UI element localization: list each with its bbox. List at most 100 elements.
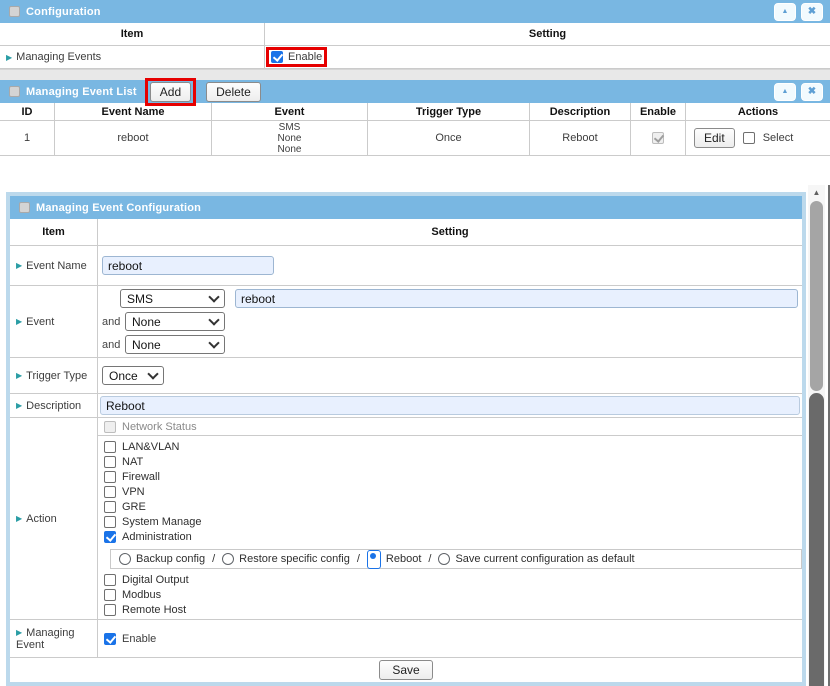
event-cell: SMS None None <box>212 121 368 155</box>
nat-checkbox[interactable] <box>104 456 116 468</box>
column-header-actions: Actions <box>686 103 830 120</box>
configuration-title: Configuration <box>26 6 101 18</box>
gre-checkbox[interactable] <box>104 501 116 513</box>
remote-host-label: Remote Host <box>122 604 186 616</box>
panel-square-icon <box>19 202 30 213</box>
edit-button[interactable]: Edit <box>694 128 735 148</box>
chevron-down-icon <box>208 314 219 325</box>
scrollbar-up-icon[interactable]: ▲ <box>808 185 825 199</box>
event-name-label: Event Name <box>26 260 87 272</box>
save-row: Save <box>10 658 802 682</box>
delete-button[interactable]: Delete <box>206 82 261 102</box>
close-panel-button[interactable]: ✖ <box>801 3 823 21</box>
vpn-label: VPN <box>122 486 145 498</box>
trigger-type-row: ▶Trigger Type Once <box>10 358 802 394</box>
collapse-panel-button[interactable]: ▲ <box>774 83 796 101</box>
managing-event-row: ▶Managing Event Enable <box>10 620 802 658</box>
scrollbar-thumb[interactable] <box>810 201 823 391</box>
collapse-icon: ▲ <box>782 8 789 15</box>
digital-output-checkbox[interactable] <box>104 574 116 586</box>
firewall-checkbox[interactable] <box>104 471 116 483</box>
column-header-setting: Setting <box>98 219 802 245</box>
remote-host-checkbox[interactable] <box>104 604 116 616</box>
system-manage-checkbox[interactable] <box>104 516 116 528</box>
action-checkbox-list-bottom: Digital Output Modbus Remote Host <box>98 572 802 619</box>
action-option: Firewall <box>104 471 802 483</box>
event-and-value-1: None <box>132 315 161 329</box>
item-bullet-icon: ▶ <box>6 53 12 62</box>
managing-event-label-cell: ▶Managing Event <box>10 620 98 657</box>
administration-label: Administration <box>122 531 192 543</box>
vpn-checkbox[interactable] <box>104 486 116 498</box>
description-cell: Reboot <box>530 121 631 155</box>
chevron-down-icon <box>208 337 219 348</box>
administration-checkbox[interactable] <box>104 531 116 543</box>
firewall-label: Firewall <box>122 471 160 483</box>
description-label: Description <box>26 400 81 412</box>
lan-vlan-checkbox[interactable] <box>104 441 116 453</box>
item-bullet-icon: ▶ <box>16 401 22 410</box>
managing-events-row: ▶ Managing Events Enable <box>0 46 830 69</box>
action-option: Remote Host <box>104 604 802 616</box>
item-bullet-icon: ▶ <box>16 261 22 270</box>
panel-square-icon <box>9 6 20 17</box>
trigger-type-setting-cell: Once <box>98 358 802 393</box>
nat-label: NAT <box>122 456 143 468</box>
collapse-icon: ▲ <box>782 88 789 95</box>
trigger-type-value: Once <box>109 369 138 383</box>
restore-specific-config-radio[interactable] <box>222 553 234 565</box>
vertical-scrollbar[interactable]: ▲ <box>808 185 825 686</box>
collapse-panel-button[interactable]: ▲ <box>774 3 796 21</box>
event-line-2: None <box>278 133 302 144</box>
event-and-select-1[interactable]: None <box>125 312 225 331</box>
event-label-cell: ▶Event <box>10 286 98 357</box>
close-icon: ✖ <box>808 86 816 97</box>
managing-event-configuration-header: Managing Event Configuration <box>10 196 802 219</box>
select-label: Select <box>763 132 794 144</box>
action-option: NAT <box>104 456 802 468</box>
managing-event-list-header: Managing Event List Add Delete ▲ ✖ <box>0 80 830 103</box>
trigger-type-label-cell: ▶Trigger Type <box>10 358 98 393</box>
event-name-input[interactable] <box>102 256 274 275</box>
action-option: LAN&VLAN <box>104 441 802 453</box>
item-bullet-icon: ▶ <box>16 317 22 326</box>
digital-output-label: Digital Output <box>122 574 189 586</box>
managing-event-enable-checkbox[interactable] <box>104 633 116 645</box>
event-type-select[interactable]: SMS <box>120 289 225 308</box>
trigger-type-select[interactable]: Once <box>102 366 164 385</box>
chevron-down-icon <box>147 368 158 379</box>
select-checkbox[interactable] <box>743 132 755 144</box>
chevron-down-icon <box>208 291 219 302</box>
managing-event-configuration-panel: Managing Event Configuration Item Settin… <box>6 192 806 686</box>
backup-config-radio[interactable] <box>119 553 131 565</box>
scrollbar-thumb-dark[interactable] <box>809 393 824 686</box>
description-input[interactable] <box>100 396 800 415</box>
save-button[interactable]: Save <box>379 660 432 680</box>
save-current-config-radio[interactable] <box>438 553 450 565</box>
action-option: Digital Output <box>104 574 802 586</box>
trigger-type-label: Trigger Type <box>26 370 87 382</box>
reboot-radio[interactable] <box>367 550 381 569</box>
event-text-input[interactable] <box>235 289 798 308</box>
event-and-select-2[interactable]: None <box>125 335 225 354</box>
column-header-event: Event <box>212 103 368 120</box>
event-list-table-header: ID Event Name Event Trigger Type Descrip… <box>0 103 830 121</box>
restore-specific-config-label: Restore specific config <box>239 553 350 565</box>
action-option: Modbus <box>104 589 802 601</box>
event-name-setting-cell <box>98 246 802 285</box>
event-name-label-cell: ▶ Event Name <box>10 246 98 285</box>
modbus-label: Modbus <box>122 589 161 601</box>
close-panel-button[interactable]: ✖ <box>801 83 823 101</box>
action-label: Action <box>26 513 57 525</box>
add-button[interactable]: Add <box>150 82 191 102</box>
managing-events-enable-checkbox[interactable] <box>271 51 283 63</box>
and-label: and <box>102 339 120 351</box>
column-header-trigger-type: Trigger Type <box>368 103 530 120</box>
trigger-type-cell: Once <box>368 121 530 155</box>
managing-events-label: Managing Events <box>16 51 101 63</box>
column-header-description: Description <box>530 103 631 120</box>
action-option: GRE <box>104 501 802 513</box>
modbus-checkbox[interactable] <box>104 589 116 601</box>
administration-options-subrow: Backup config / Restore specific config … <box>110 549 802 569</box>
managing-event-configuration-title: Managing Event Configuration <box>36 202 201 214</box>
